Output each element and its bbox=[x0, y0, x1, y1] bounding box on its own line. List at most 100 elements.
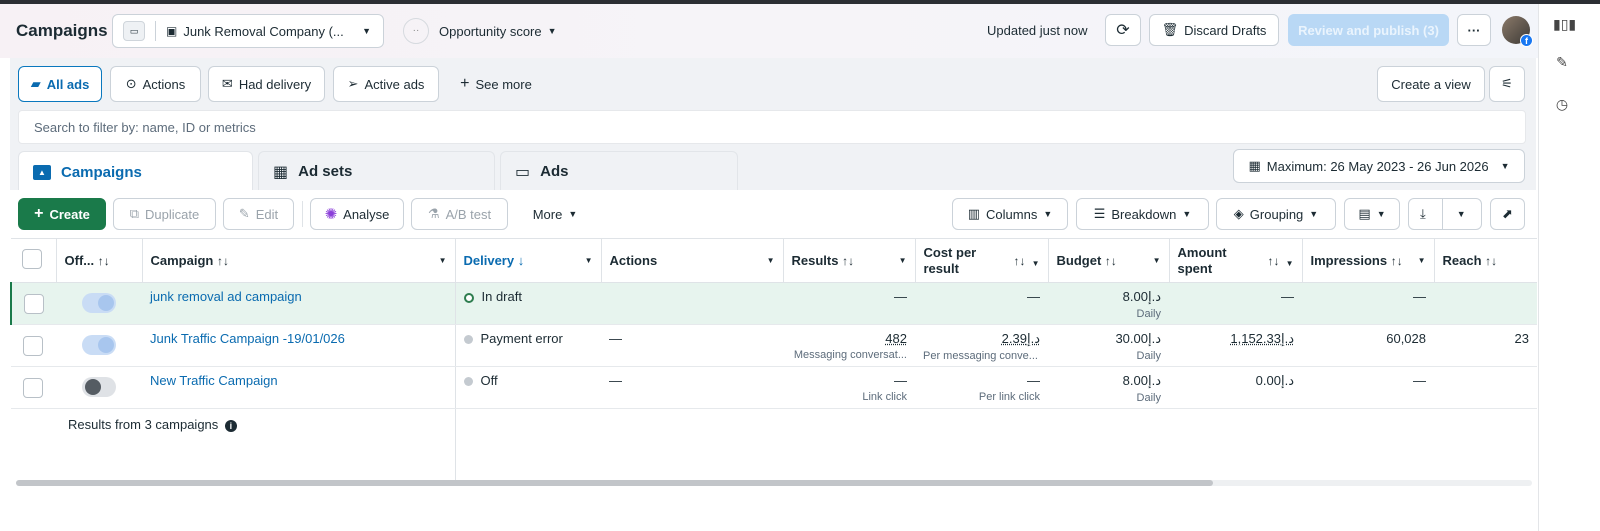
campaign-name-link[interactable]: New Traffic Campaign bbox=[150, 373, 278, 388]
filter-actions[interactable]: ⊙ Actions bbox=[110, 66, 201, 102]
filter-had-delivery[interactable]: ✉ Had delivery bbox=[208, 66, 325, 102]
campaign-name-link[interactable]: junk removal ad campaign bbox=[150, 289, 302, 304]
tab-ad-sets[interactable]: ▦ Ad sets bbox=[258, 151, 495, 191]
layers-icon: ◈ bbox=[1233, 206, 1244, 221]
campaign-toggle[interactable] bbox=[82, 293, 116, 313]
budget-type: Daily bbox=[1136, 350, 1161, 362]
filter-settings-button[interactable]: ⚟ bbox=[1489, 66, 1525, 102]
filter-active-ads[interactable]: ➢ Active ads bbox=[333, 66, 439, 102]
opportunity-score-dropdown[interactable]: ·· Opportunity score ▼ bbox=[402, 16, 574, 46]
columns-button[interactable]: ▥ Columns ▼ bbox=[952, 198, 1068, 230]
facebook-badge-icon: f bbox=[1520, 34, 1533, 47]
tab-ad-sets-label: Ad sets bbox=[298, 163, 353, 180]
horizontal-scrollbar[interactable] bbox=[16, 480, 1213, 486]
header-cost-per-result[interactable]: Cost per result ↑↓ ▼ bbox=[915, 238, 1049, 283]
avatar[interactable]: f bbox=[1502, 16, 1533, 47]
campaign-folder-icon: ▲ bbox=[33, 165, 51, 180]
chevron-down-icon[interactable]: ▼ bbox=[1286, 256, 1294, 272]
budget-value: د.إ30.00 bbox=[1115, 331, 1161, 346]
columns-icon: ▥ bbox=[967, 206, 981, 221]
table-row[interactable]: junk removal ad campaign In draft — — د.… bbox=[10, 282, 1537, 325]
info-icon[interactable]: i bbox=[224, 420, 237, 432]
see-more-button[interactable]: + See more bbox=[448, 66, 544, 102]
more-dropdown[interactable]: More ▼ bbox=[517, 198, 593, 230]
pencil-icon[interactable]: ✎ bbox=[1553, 54, 1571, 72]
reports-button[interactable]: ▤ ▼ bbox=[1344, 198, 1400, 230]
chevron-down-icon[interactable]: ▼ bbox=[767, 256, 775, 265]
duplicate-button[interactable]: ⧉ Duplicate bbox=[113, 198, 216, 230]
campaign-name-link[interactable]: Junk Traffic Campaign -19/01/026 bbox=[150, 331, 345, 346]
spent-value: — bbox=[1281, 289, 1294, 304]
edit-button[interactable]: ✎ Edit bbox=[223, 198, 294, 230]
header-actions[interactable]: Actions ▼ bbox=[601, 238, 784, 283]
more-options-button[interactable]: ··· bbox=[1457, 14, 1491, 46]
results-value[interactable]: 482 bbox=[885, 331, 907, 346]
chevron-down-icon[interactable]: ▼ bbox=[1153, 256, 1161, 265]
spent-value: د.إ0.00 bbox=[1255, 373, 1294, 388]
row-checkbox[interactable] bbox=[23, 336, 43, 356]
chevron-down-icon[interactable]: ▼ bbox=[585, 256, 593, 265]
impressions-value: — bbox=[1413, 289, 1426, 304]
clock-icon[interactable]: ◷ bbox=[1553, 96, 1571, 114]
header-delivery[interactable]: Delivery ↓ ▼ bbox=[455, 238, 602, 283]
tab-ads[interactable]: ▭ Ads bbox=[500, 151, 738, 191]
header-off-on[interactable]: Off... ↑↓ bbox=[56, 238, 143, 283]
status-draft-icon bbox=[463, 292, 474, 303]
create-view-button[interactable]: Create a view bbox=[1377, 66, 1485, 102]
header-results[interactable]: Results ↑↓ ▼ bbox=[783, 238, 916, 283]
sort-icon: ↑↓ bbox=[97, 254, 110, 268]
tab-campaigns[interactable]: ▲ Campaigns bbox=[18, 151, 253, 193]
header-impressions[interactable]: Impressions ↑↓ ▼ bbox=[1302, 238, 1435, 283]
plus-icon: + bbox=[460, 75, 470, 92]
breakdown-button[interactable]: ☰ Breakdown ▼ bbox=[1076, 198, 1209, 230]
analyse-button[interactable]: ✺ Analyse bbox=[310, 198, 404, 230]
chevron-down-icon: ▼ bbox=[1309, 209, 1319, 219]
chart-icon[interactable]: ▮▯▮ bbox=[1553, 16, 1576, 34]
campaign-toggle[interactable] bbox=[82, 377, 116, 397]
results-value: — bbox=[894, 373, 907, 388]
header-budget[interactable]: Budget ↑↓ ▼ bbox=[1048, 238, 1170, 283]
analyse-label: Analyse bbox=[343, 206, 390, 222]
table-row[interactable]: Junk Traffic Campaign -19/01/026 Payment… bbox=[11, 324, 1537, 367]
row-checkbox[interactable] bbox=[23, 378, 43, 398]
refresh-button[interactable]: ⟳ bbox=[1105, 14, 1141, 46]
header-cost-label-1: Cost per bbox=[923, 244, 977, 260]
create-button[interactable]: + Create bbox=[18, 198, 106, 230]
chevron-down-icon[interactable]: ▼ bbox=[1032, 256, 1040, 272]
filter-all-ads[interactable]: ▰ All ads bbox=[18, 66, 102, 102]
chevron-down-icon: ▼ bbox=[547, 26, 557, 36]
spent-value[interactable]: د.إ1,152.33 bbox=[1230, 331, 1294, 346]
breakdown-icon: ☰ bbox=[1093, 206, 1106, 221]
header-campaign[interactable]: Campaign ↑↓ ▼ bbox=[142, 238, 456, 283]
select-all-checkbox[interactable] bbox=[22, 249, 42, 269]
chevron-down-icon[interactable]: ▼ bbox=[439, 256, 447, 265]
more-dots-icon: ··· bbox=[1467, 22, 1481, 38]
sort-icon: ↑↓ bbox=[1267, 254, 1280, 268]
select-all-header bbox=[11, 238, 57, 283]
table-row[interactable]: New Traffic Campaign Off — — Link click —… bbox=[11, 366, 1537, 409]
discard-drafts-button[interactable]: 🗑 Discard Drafts bbox=[1149, 14, 1279, 46]
account-selector[interactable]: ▭ ▣ Junk Removal Company (... ▼ bbox=[112, 14, 384, 48]
chevron-down-icon: ▼ bbox=[568, 209, 578, 219]
chevron-down-icon[interactable]: ▼ bbox=[1418, 256, 1426, 265]
review-publish-button[interactable]: Review and publish (3) bbox=[1288, 14, 1449, 46]
sort-icon: ↑↓ bbox=[842, 254, 855, 268]
date-range-picker[interactable]: ▦ Maximum: 26 May 2023 - 26 Jun 2026 ▼ bbox=[1233, 149, 1525, 183]
breakdown-label: Breakdown bbox=[1111, 206, 1177, 222]
export-button[interactable]: ⤓ ▼ bbox=[1408, 198, 1482, 230]
tab-ads-label: Ads bbox=[540, 163, 569, 180]
campaign-toggle[interactable] bbox=[82, 335, 116, 355]
cost-value[interactable]: د.إ2.39 bbox=[1002, 331, 1040, 346]
ab-test-button[interactable]: ⚗ A/B test bbox=[411, 198, 508, 230]
actions-value: — bbox=[609, 373, 622, 388]
grouping-button[interactable]: ◈ Grouping ▼ bbox=[1216, 198, 1336, 230]
search-input[interactable]: Search to filter by: name, ID or metrics bbox=[18, 110, 1526, 144]
chevron-down-icon[interactable]: ▼ bbox=[899, 256, 907, 265]
header-amount-spent[interactable]: Amount spent ↑↓ ▼ bbox=[1169, 238, 1303, 283]
budget-value: د.إ8.00 bbox=[1122, 289, 1161, 304]
header-off-on-label: Off... bbox=[64, 253, 95, 268]
header-budget-label: Budget bbox=[1056, 253, 1102, 268]
charts-button[interactable]: ⬈ bbox=[1490, 198, 1525, 230]
row-checkbox[interactable] bbox=[24, 294, 44, 314]
header-reach[interactable]: Reach ↑↓ bbox=[1434, 238, 1537, 283]
